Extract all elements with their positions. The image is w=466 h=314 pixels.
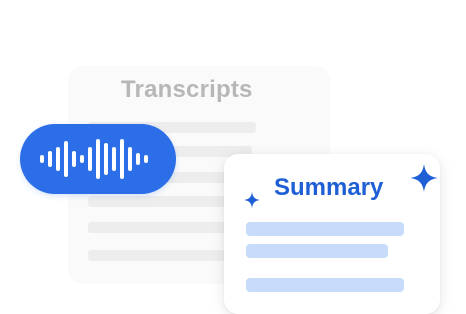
audio-button[interactable]: [20, 124, 176, 194]
sparkle-icon: [410, 164, 438, 192]
page: { "transcripts": { "title": "Transcripts…: [0, 0, 466, 314]
sparkle-icon: [244, 192, 260, 208]
summary-line: [246, 278, 404, 292]
transcripts-title: Transcripts: [121, 76, 253, 103]
summary-card: Summary: [224, 154, 440, 314]
audio-waveform-icon: [40, 139, 148, 179]
summary-line: [246, 244, 388, 258]
summary-title: Summary: [274, 174, 384, 201]
summary-line: [246, 222, 404, 236]
